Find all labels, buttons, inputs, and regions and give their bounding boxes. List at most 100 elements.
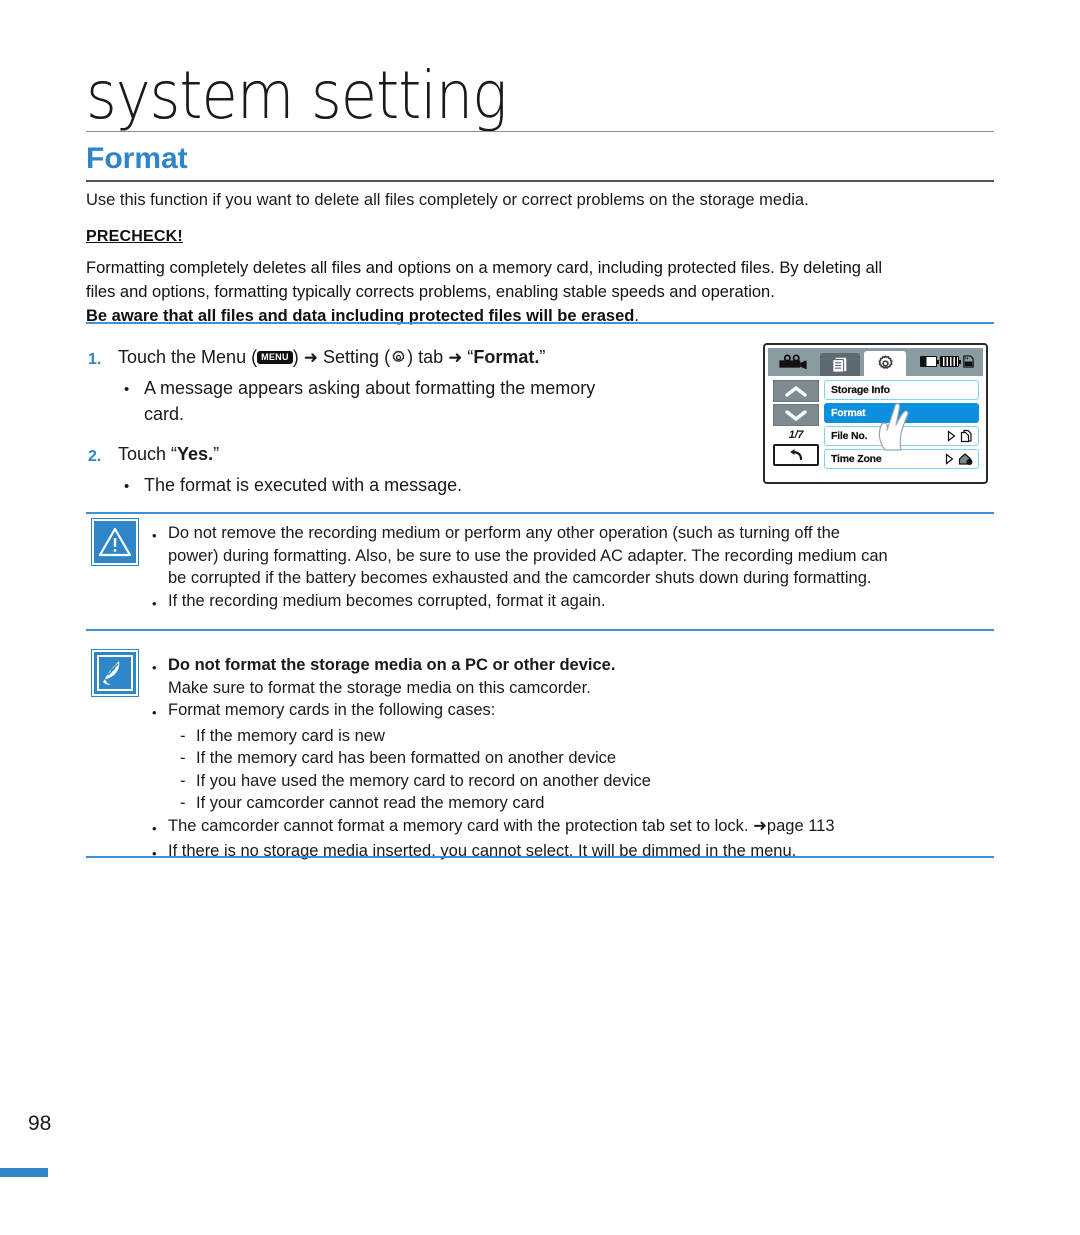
lcd-page-indicator: 1/7 [788,429,804,441]
lcd-back-button[interactable] [773,444,819,466]
note-bullet-1-body: Do not format the storage media on a PC … [168,654,997,699]
battery-low-icon [920,356,939,367]
note-bullet-4: • If there is no storage media inserted,… [152,840,997,866]
lcd-menu-body: 1/7 Storage Info Format File No. Time Zo… [768,376,983,479]
dash-icon-2: - [180,749,186,767]
caution-divider-top [86,512,994,514]
step-1-target-label: Format. [473,347,540,367]
step-2-note-1-text: The format is executed with a message. [144,475,463,495]
page-chapter-title: system setting [86,56,508,134]
step-1-text-setting: Setting ( [318,347,391,367]
note-b3-page-ref[interactable]: page 113 [767,817,835,835]
arrow-right-icon: ➜ [303,348,319,367]
lcd-scroll-down-button[interactable] [773,404,819,426]
step-1: 1. Touch the Menu (MENU) ➜ Setting ( ) ta… [88,344,728,373]
note-b3-pre: The camcorder cannot format a memory car… [168,816,754,835]
dash-icon-3: - [180,771,186,790]
gear-tab-icon [878,355,893,369]
caution-b1-line-1: Do not remove the recording medium or pe… [168,524,840,542]
caution-bullet-1: • Do not remove the recording medium or … [152,522,997,590]
lcd-menu-item-time-zone[interactable]: Time Zone [824,449,979,469]
steps-list: 1. Touch the Menu (MENU) ➜ Setting ( ) ta… [88,344,728,500]
precheck-paragraph: Formatting completely deletes all files … [86,256,996,328]
warning-triangle-icon [98,527,132,557]
caution-b1-line-2: power) during formatting. Also, be sure … [168,546,888,565]
step-2-number: 2. [88,448,102,465]
bullet-icon: • [152,660,157,675]
bullet-icon-4: • [152,846,157,861]
note-b3-text: The camcorder cannot format a memory car… [168,815,997,838]
note-bullet-1: • Do not format the storage media on a P… [152,654,997,699]
note-icon-box [91,649,139,697]
note-bullet-3: • The camcorder cannot format a memory c… [152,815,997,841]
bullet-icon-2: • [152,595,157,611]
lcd-tab-setting[interactable] [864,351,906,376]
precheck-divider [86,322,994,324]
dash-icon-1: - [180,726,186,745]
back-arrow-icon [790,449,803,461]
lcd-menu-item-format[interactable]: Format [824,403,979,423]
lcd-scroll-up-button[interactable] [773,380,819,402]
lcd-menu-item-right [945,452,973,466]
section-title: Format [86,142,188,175]
note-sub-item-2-text: If the memory card has been formatted on… [196,749,617,767]
precheck-line-1: Formatting completely deletes all files … [86,259,883,277]
note-b4-text: If there is no storage media inserted, y… [168,842,797,860]
lcd-status-icons [920,355,975,368]
lcd-top-bar [768,348,983,376]
battery-full-icon [940,356,961,367]
step-1-text: Touch the Menu (MENU) ➜ Setting ( ) tab ➜… [118,344,728,371]
dash-icon-4: - [180,794,186,812]
note-b1-sub: Make sure to format the storage media on… [168,678,591,697]
lcd-nav-column: 1/7 [773,380,819,466]
intro-paragraph: Use this function if you want to delete … [86,191,809,209]
step-1-number: 1. [88,351,102,368]
note-sub-item-3-text: If you have used the memory card to reco… [196,771,651,790]
caution-b1-line-3: be corrupted if the battery becomes exha… [168,569,872,587]
chevron-up-icon [785,385,807,397]
caution-divider-bottom [86,629,994,631]
bullet-icon-3: • [152,820,157,836]
header-divider [86,131,994,132]
manual-page: system setting Format Use this function … [0,0,1080,1235]
step-spacer [88,427,728,441]
note-sub-item-1: - If the memory card is new [152,725,997,748]
step-1-text-tab: ) tab [407,347,449,367]
chevron-down-icon [785,409,807,421]
bullet-icon: • [152,528,157,543]
lcd-menu-item-storage-info[interactable]: Storage Info [824,380,979,400]
menu-button-icon: MENU [257,351,293,364]
bullet-icon-2: • [152,705,157,720]
note-text: • Do not format the storage media on a P… [152,654,997,866]
lcd-tab-list[interactable] [820,353,860,376]
note-sub-item-4: - If your camcorder cannot read the memo… [152,792,997,815]
arrow-right-icon-2: ➜ [448,348,463,367]
bullet-icon-2: • [124,478,130,495]
note-sub-item-4-text: If your camcorder cannot read the memory… [196,794,545,812]
step-1-note-1: • A message appears asking about formatt… [118,375,728,427]
step-1-quote-close: ” [539,347,546,367]
lcd-menu-item-right [947,429,973,443]
step-2-text: Touch “Yes.” [118,441,728,467]
note-divider-bottom [86,856,994,858]
caution-icon-box [91,518,139,566]
play-triangle-icon [947,430,956,442]
lcd-menu-item-label: Storage Info [831,384,890,396]
note-b2-text: Format memory cards in the following cas… [168,701,496,719]
play-triangle-icon-2 [945,453,954,465]
note-sub-item-3: - If you have used the memory card to re… [152,770,997,793]
step-1-text-mid: ) [292,347,304,367]
gear-icon [392,350,405,362]
lcd-menu-item-label: Time Zone [831,453,882,465]
step-1-note-1-text: A message appears asking about formattin… [144,375,728,427]
section-divider [86,180,994,182]
lcd-screen: 1/7 Storage Info Format File No. Time Zo… [768,348,983,479]
lcd-menu-item-file-no[interactable]: File No. [824,426,979,446]
step-1-text-pre: Touch the Menu ( [118,347,258,367]
precheck-line-2: files and options, formatting typically … [86,283,775,301]
caution-b2-line-1: If the recording medium becomes corrupte… [168,591,606,610]
precheck-line-3: Be aware that all files and data includi… [86,304,996,328]
step-1-note-1-line-1: A message appears asking about formattin… [144,378,596,398]
lcd-menu-item-label: File No. [831,430,868,442]
precheck-label: PRECHECK! [86,228,183,245]
